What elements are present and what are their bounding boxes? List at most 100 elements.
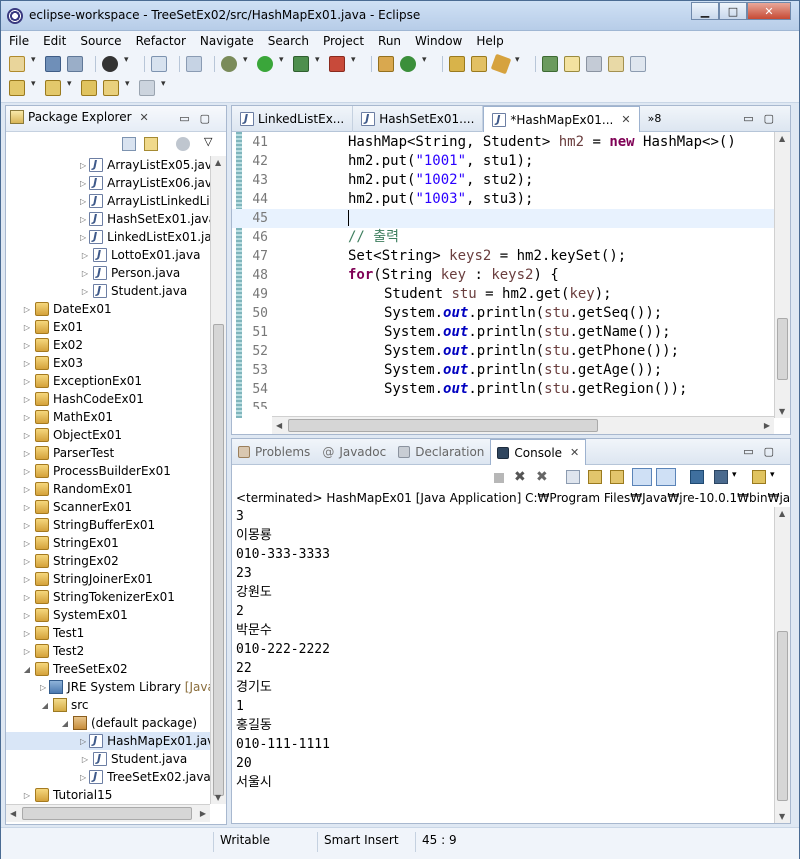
code-editor[interactable]: 41 HashMap<String, Student> hm2 = new Has… xyxy=(232,132,774,418)
tree-item[interactable]: ▷ArrayListEx05.java xyxy=(6,156,210,174)
open-console-icon[interactable] xyxy=(752,470,766,484)
tree-item[interactable]: ▷ Ex03 xyxy=(6,354,210,372)
tab-console[interactable]: Console ✕ xyxy=(490,439,587,465)
show-on-stderr-icon[interactable] xyxy=(656,468,676,486)
tree-scroll-thumb[interactable] xyxy=(213,324,224,796)
previous-edit-dropdown-icon[interactable] xyxy=(67,79,75,96)
last-edit-location-icon[interactable] xyxy=(81,80,97,96)
minimize-button[interactable]: ▁ xyxy=(691,2,719,20)
new-icon[interactable] xyxy=(9,56,25,72)
package-explorer-tab[interactable]: Package Explorer ✕ xyxy=(10,110,149,124)
tree-item[interactable]: ▷ HashCodeEx01 xyxy=(6,390,210,408)
new-dropdown-icon[interactable] xyxy=(31,55,39,72)
tree-item[interactable]: ▷LinkedListEx01.java xyxy=(6,228,210,246)
coverage-dropdown-icon[interactable] xyxy=(315,55,323,72)
next-annotation-icon[interactable] xyxy=(542,56,558,72)
close-icon[interactable]: ✕ xyxy=(621,113,630,126)
tree-item[interactable]: ▷ Test2 xyxy=(6,642,210,660)
search-dropdown-icon[interactable] xyxy=(515,55,523,72)
menu-file[interactable]: File xyxy=(9,34,29,48)
menu-source[interactable]: Source xyxy=(80,34,121,48)
tab-javadoc[interactable]: @ Javadoc xyxy=(316,439,392,465)
tree-item[interactable]: ◢ (default package) xyxy=(6,714,210,732)
tree-item[interactable]: ◢ TreeSetEx02 xyxy=(6,660,210,678)
view-menu-icon[interactable]: ▽ xyxy=(204,135,212,148)
display-console-dropdown-icon[interactable]: ▾ xyxy=(732,470,737,480)
debug-icon[interactable] xyxy=(221,56,237,72)
tree-item[interactable]: ◢ src xyxy=(6,696,210,714)
show-whitespace-icon[interactable] xyxy=(630,56,646,72)
tree-item[interactable]: ▷ ScannerEx01 xyxy=(6,498,210,516)
tree-item[interactable]: ▷ Ex02 xyxy=(6,336,210,354)
view-minmax-controls[interactable]: ▭▢ xyxy=(179,112,220,125)
pin-console-icon[interactable] xyxy=(690,470,704,484)
tree-item[interactable]: ▷ ExceptionEx01 xyxy=(6,372,210,390)
menu-edit[interactable]: Edit xyxy=(43,34,66,48)
toggle-breadcrumb-icon[interactable] xyxy=(586,56,602,72)
forward-icon[interactable] xyxy=(139,80,155,96)
tree-item-selected[interactable]: ▷HashMapEx01.java xyxy=(6,732,210,750)
more-tabs-button[interactable]: »8 xyxy=(640,106,670,131)
forward-dropdown-icon[interactable] xyxy=(161,79,169,96)
menu-search[interactable]: Search xyxy=(268,34,309,48)
tree-horizontal-scrollbar[interactable]: ◀ ▶ xyxy=(6,804,210,822)
tree-item[interactable]: ▷ Ex01 xyxy=(6,318,210,336)
tab-declaration[interactable]: Declaration xyxy=(392,439,490,465)
close-icon[interactable]: ✕ xyxy=(570,446,579,459)
console-vertical-scrollbar[interactable]: ▲ ▼ xyxy=(774,507,790,823)
show-on-stdout-icon[interactable] xyxy=(632,468,652,486)
remove-launch-icon[interactable]: ✖ xyxy=(514,469,526,485)
tree-item[interactable]: ▷ RandomEx01 xyxy=(6,480,210,498)
open-task-icon[interactable] xyxy=(471,56,487,72)
tree-hscroll-thumb[interactable] xyxy=(22,807,192,820)
coverage-icon[interactable] xyxy=(293,56,309,72)
tree-item[interactable]: ▷ArrayListEx06.java xyxy=(6,174,210,192)
link-with-editor-icon[interactable] xyxy=(144,137,158,151)
new-package-icon[interactable] xyxy=(378,56,394,72)
new-class-dropdown-icon[interactable] xyxy=(422,55,430,72)
tree-item[interactable]: ▷LottoEx01.java xyxy=(6,246,210,264)
console-scroll-thumb[interactable] xyxy=(777,631,788,801)
editor-tab-hashset[interactable]: HashSetEx01.... xyxy=(353,106,484,132)
tree-item[interactable]: ▷ StringEx02 xyxy=(6,552,210,570)
clear-console-icon[interactable] xyxy=(566,470,580,484)
menu-navigate[interactable]: Navigate xyxy=(200,34,254,48)
remove-all-terminated-icon[interactable]: ✖ xyxy=(536,469,548,485)
terminate-icon[interactable] xyxy=(494,473,504,483)
collapse-all-icon[interactable] xyxy=(122,137,136,151)
tree-item[interactable]: ▷ StringJoinerEx01 xyxy=(6,570,210,588)
external-tools-dropdown-icon[interactable] xyxy=(351,55,359,72)
editor-vertical-scrollbar[interactable]: ▲ ▼ xyxy=(774,132,790,418)
editor-tab-linkedlist[interactable]: LinkedListEx... xyxy=(232,106,354,132)
open-console-dropdown-icon[interactable]: ▾ xyxy=(770,470,775,480)
external-tools-icon[interactable] xyxy=(329,56,345,72)
close-icon[interactable]: ✕ xyxy=(140,111,149,124)
open-console-icon[interactable] xyxy=(151,56,167,72)
profile-icon[interactable] xyxy=(102,56,118,72)
editor-minmax-controls[interactable]: ▭▢ xyxy=(743,112,784,125)
tree-item[interactable]: ▷ StringEx01 xyxy=(6,534,210,552)
tree-item[interactable]: ▷ ObjectEx01 xyxy=(6,426,210,444)
block-selection-icon[interactable] xyxy=(608,56,624,72)
focus-icon[interactable] xyxy=(176,137,190,151)
toggle-mark-occurrences-icon[interactable] xyxy=(564,56,580,72)
tree-item[interactable]: ▷ArrayListLinkedList xyxy=(6,192,210,210)
run-dropdown-icon[interactable] xyxy=(279,55,287,72)
search-flashlight-icon[interactable] xyxy=(490,53,512,75)
console-minmax-controls[interactable]: ▭▢ xyxy=(743,445,784,458)
tree-item[interactable]: ▷ Test1 xyxy=(6,624,210,642)
tree-item[interactable]: ▷ DateEx01 xyxy=(6,300,210,318)
skip-breakpoints-icon[interactable] xyxy=(186,56,202,72)
menu-help[interactable]: Help xyxy=(476,34,503,48)
display-selected-console-icon[interactable] xyxy=(714,470,728,484)
previous-edit-icon[interactable] xyxy=(45,80,61,96)
editor-horizontal-scrollbar[interactable]: ◀ ▶ xyxy=(272,416,774,434)
editor-tab-hashmap[interactable]: *HashMapEx01...✕ xyxy=(483,106,640,132)
tree-item[interactable]: ▷ ProcessBuilderEx01 xyxy=(6,462,210,480)
next-edit-dropdown-icon[interactable] xyxy=(31,79,39,96)
tree-item[interactable]: ▷Student.java xyxy=(6,750,210,768)
tree-item[interactable]: ▷ SystemEx01 xyxy=(6,606,210,624)
tree-item[interactable]: ▷TreeSetEx02.java xyxy=(6,768,210,786)
word-wrap-icon[interactable] xyxy=(610,470,624,484)
new-class-icon[interactable] xyxy=(400,56,416,72)
